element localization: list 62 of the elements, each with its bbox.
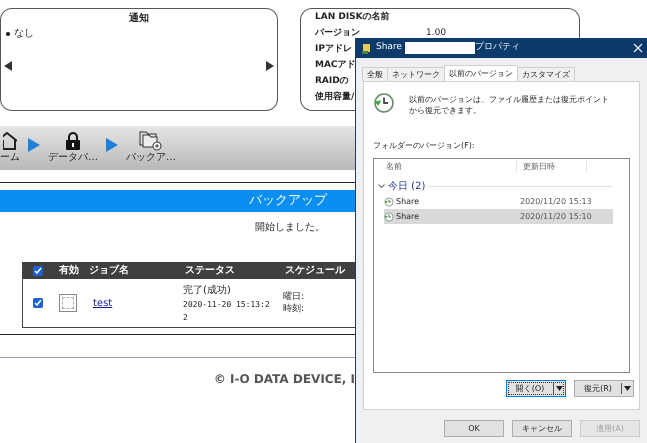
status-text: 完了(成功) bbox=[183, 284, 232, 298]
enabled-toggle[interactable] bbox=[59, 294, 77, 312]
column-header: 更新日時 bbox=[517, 160, 587, 172]
dialog-tab[interactable]: 以前のバージョン bbox=[444, 65, 518, 81]
dropdown-caret-icon[interactable] bbox=[556, 386, 563, 391]
split-button[interactable]: 復元(R) bbox=[574, 380, 634, 397]
schedule-text: 曜日: bbox=[283, 291, 304, 303]
section-title: バックアップ bbox=[249, 192, 327, 210]
notification-item: なし bbox=[14, 27, 34, 41]
info-label: 使用容量/ bbox=[315, 92, 354, 102]
dialog-tab[interactable]: ネットワーク bbox=[387, 67, 445, 81]
lock-icon[interactable] bbox=[65, 131, 81, 151]
split-button[interactable]: 開く(O) bbox=[506, 380, 566, 397]
select-all-checkbox[interactable] bbox=[33, 266, 43, 276]
chevron-down-icon[interactable] bbox=[378, 184, 385, 189]
list-label: フォルダーのバージョン(F): bbox=[373, 140, 476, 152]
redaction-box bbox=[404, 42, 475, 54]
info-label: MACアド bbox=[315, 60, 356, 70]
info-label: RAIDの bbox=[315, 76, 349, 86]
folder-share-icon bbox=[362, 42, 372, 54]
next-arrow-icon[interactable] bbox=[266, 61, 274, 71]
description-text: 以前のバージョンは、ファイル履歴または復元ポイントから復元できます。 bbox=[409, 94, 609, 116]
dialog-button[interactable]: キャンセル bbox=[512, 420, 572, 437]
home-icon[interactable] bbox=[3, 131, 17, 151]
column-header: ステータス bbox=[185, 264, 236, 278]
clock-icon bbox=[384, 212, 394, 222]
status-time: 2 bbox=[183, 312, 189, 324]
clock-icon bbox=[384, 196, 394, 206]
dialog-button[interactable]: OK bbox=[444, 420, 504, 437]
dialog-tab[interactable]: 全般 bbox=[362, 67, 388, 81]
close-icon[interactable] bbox=[633, 43, 643, 53]
dropdown-caret-icon[interactable] bbox=[624, 386, 631, 391]
row-checkbox[interactable] bbox=[33, 298, 43, 308]
arrow-icon bbox=[28, 138, 40, 152]
column-header: 名前 bbox=[374, 160, 517, 172]
status-time: 2020-11-20 15:13:2 bbox=[183, 298, 271, 310]
group-header[interactable]: 今日 (2) bbox=[388, 179, 426, 194]
info-value: 1.00 bbox=[426, 27, 446, 40]
version-row[interactable]: Share 2020/11/20 15:13 bbox=[384, 194, 613, 209]
column-header: ジョブ名 bbox=[89, 264, 130, 278]
job-link[interactable]: test bbox=[93, 296, 183, 310]
schedule-text: 時刻: bbox=[283, 303, 304, 315]
breadcrumb-label[interactable]: ーム bbox=[0, 151, 20, 165]
column-header: 有効 bbox=[59, 264, 80, 278]
dialog-title: Share bbox=[376, 41, 402, 54]
notification-title: 通知 bbox=[128, 12, 150, 26]
previous-arrow-icon[interactable] bbox=[4, 61, 12, 71]
version-row[interactable]: Share 2020/11/20 15:10 bbox=[384, 209, 613, 224]
info-label: バージョン bbox=[315, 28, 360, 38]
folder-plus-icon[interactable] bbox=[139, 129, 163, 151]
clock-restore-icon bbox=[373, 92, 395, 114]
info-label: LAN DISKの名前 bbox=[315, 12, 390, 22]
bullet-icon bbox=[6, 32, 10, 36]
dialog-tab[interactable]: カスタマイズ bbox=[517, 67, 575, 81]
column-header: スケジュール bbox=[285, 264, 345, 278]
breadcrumb-label[interactable]: データバ… bbox=[48, 151, 98, 165]
breadcrumb-label[interactable]: バックア… bbox=[126, 151, 176, 165]
status-message: 開始しました。 bbox=[255, 221, 325, 235]
copyright-text: © I-O DATA DEVICE, I bbox=[214, 371, 355, 388]
dialog-title: プロパティ bbox=[474, 41, 520, 54]
arrow-icon bbox=[106, 138, 118, 152]
info-label: IPアドレ bbox=[315, 44, 352, 54]
